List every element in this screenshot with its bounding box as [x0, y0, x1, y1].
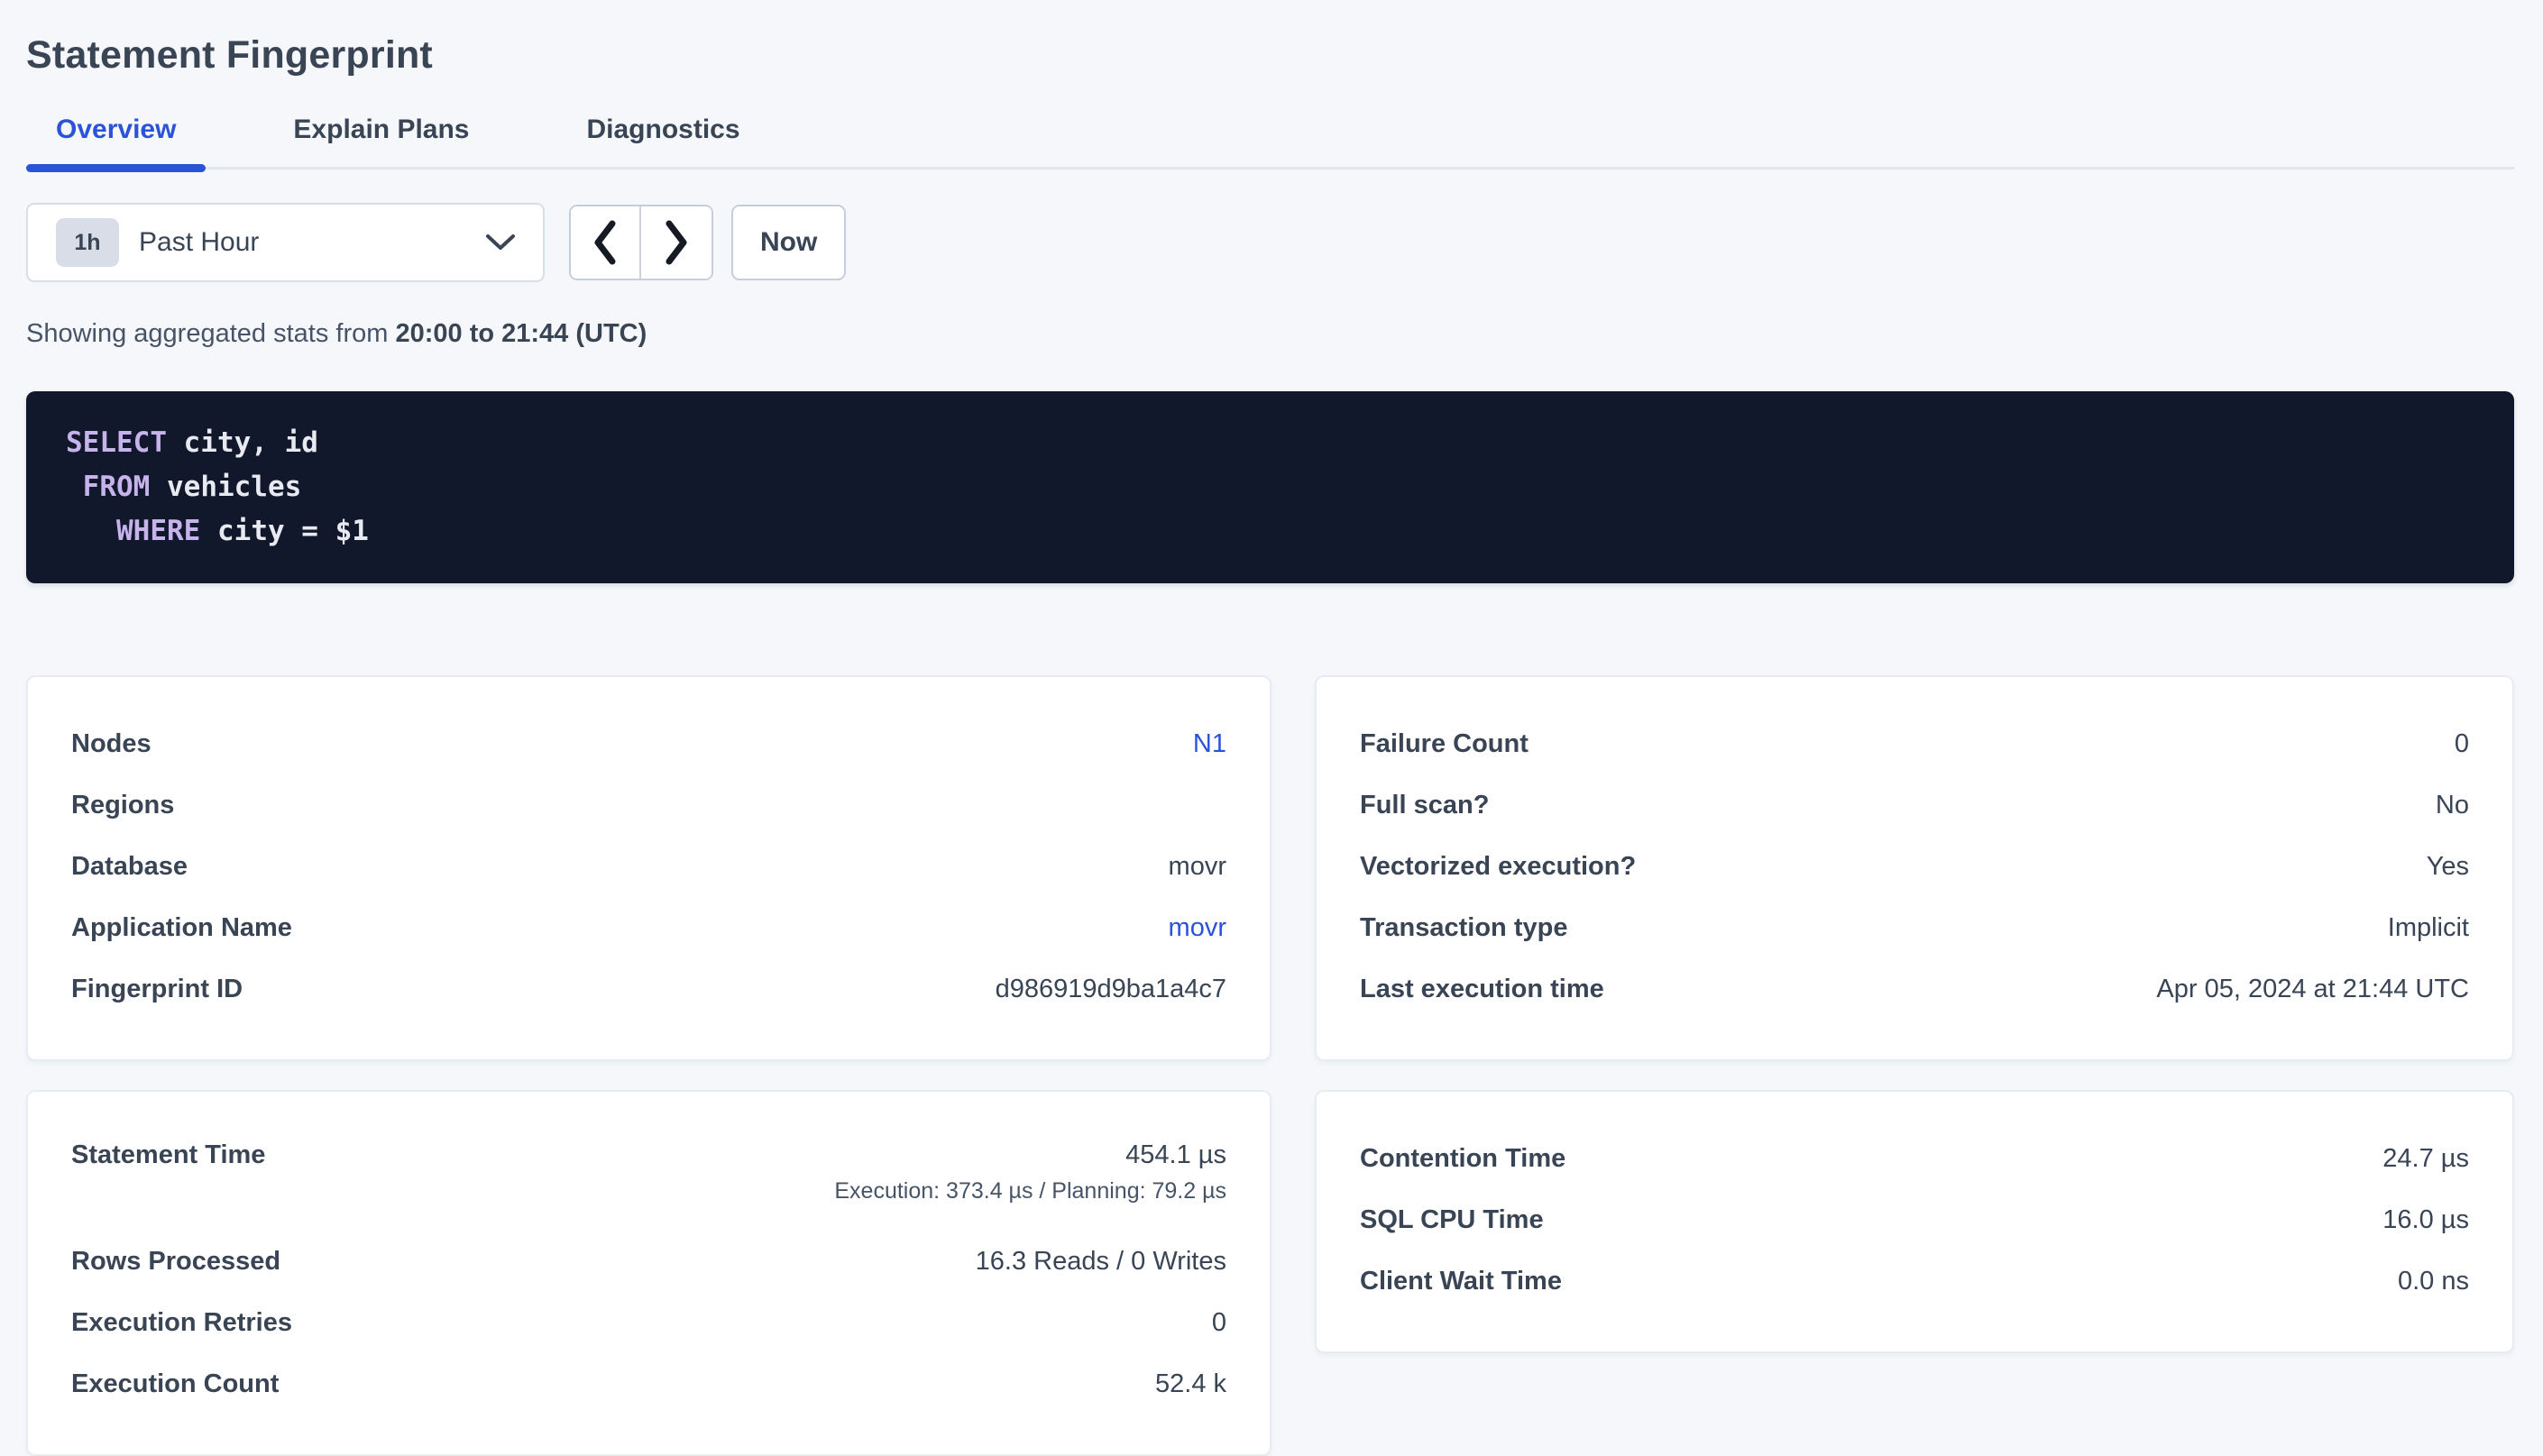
sql-text — [66, 515, 116, 547]
row-label: Nodes — [71, 729, 151, 759]
table-row: Execution Retries 0 — [71, 1292, 1226, 1353]
row-label: Last execution time — [1360, 975, 1604, 1004]
interval-badge: 1h — [56, 218, 119, 267]
chevron-right-icon — [663, 219, 690, 266]
tab-label: Overview — [56, 114, 176, 144]
table-row: Vectorized execution? Yes — [1360, 836, 2469, 897]
row-label: Client Wait Time — [1360, 1267, 1562, 1296]
row-value: movr — [1169, 852, 1226, 881]
row-label: Fingerprint ID — [71, 975, 243, 1004]
sql-line: FROM vehicles — [66, 465, 2474, 509]
row-subvalue: Execution: 373.4 µs / Planning: 79.2 µs — [834, 1178, 1226, 1204]
table-row: Contention Time 24.7 µs — [1360, 1128, 2469, 1189]
chevron-left-icon — [592, 219, 619, 266]
tab[interactable]: Overview — [26, 112, 206, 172]
chevron-down-icon — [485, 234, 516, 252]
sql-keyword: WHERE — [116, 515, 200, 547]
row-value: No — [2436, 791, 2469, 820]
sql-keyword: FROM — [83, 471, 151, 503]
table-row: Regions — [71, 774, 1226, 836]
table-row: Last execution time Apr 05, 2024 at 21:4… — [1360, 958, 2469, 1020]
stats-prefix: Showing aggregated stats from — [26, 319, 395, 348]
row-label: SQL CPU Time — [1360, 1205, 1544, 1235]
row-label: Transaction type — [1360, 913, 1567, 943]
interval-label: Past Hour — [139, 227, 485, 258]
table-row: Statement Time 454.1 µs Execution: 373.4… — [71, 1128, 1226, 1231]
row-value-link[interactable]: movr — [1169, 913, 1226, 942]
row-value: d986919d9ba1a4c7 — [996, 975, 1226, 1003]
table-row: Full scan? No — [1360, 774, 2469, 836]
row-label: Rows Processed — [71, 1247, 280, 1277]
table-row: Rows Processed 16.3 Reads / 0 Writes — [71, 1231, 1226, 1292]
statement-details-card: Nodes N1 Regions Database movr Applicati… — [26, 675, 1272, 1061]
table-row: Client Wait Time 0.0 ns — [1360, 1250, 2469, 1312]
statement-fingerprint-page: Statement Fingerprint Overview Explain P… — [0, 0, 2543, 1456]
sql-keyword: SELECT — [66, 426, 167, 459]
sql-text: city = $1 — [200, 515, 369, 547]
row-value: 16.0 µs — [2382, 1205, 2469, 1234]
row-label: Execution Retries — [71, 1308, 292, 1338]
row-label: Contention Time — [1360, 1144, 1565, 1174]
row-value: Apr 05, 2024 at 21:44 UTC — [2156, 975, 2469, 1003]
wait-time-card: Contention Time 24.7 µs SQL CPU Time 16.… — [1315, 1090, 2514, 1353]
time-interval-dropdown[interactable]: 1h Past Hour — [26, 203, 545, 282]
row-label: Regions — [71, 791, 174, 820]
page-title: Statement Fingerprint — [26, 31, 2514, 79]
table-row: Nodes N1 — [71, 713, 1226, 774]
tab[interactable]: Explain Plans — [263, 112, 499, 172]
sql-line: SELECT city, id — [66, 421, 2474, 465]
row-value: 16.3 Reads / 0 Writes — [976, 1247, 1226, 1276]
row-value: 0.0 ns — [2398, 1267, 2469, 1296]
table-row: Fingerprint ID d986919d9ba1a4c7 — [71, 958, 1226, 1020]
time-pager — [569, 205, 713, 280]
sql-text: city, id — [167, 426, 318, 459]
tab-bar: Overview Explain Plans Diagnostics — [26, 112, 2514, 172]
statement-timing-card: Statement Time 454.1 µs Execution: 373.4… — [26, 1090, 1272, 1456]
sql-text: vehicles — [150, 471, 301, 503]
time-picker-toolbar: 1h Past Hour Now — [26, 203, 2514, 282]
prev-interval-button[interactable] — [571, 206, 641, 279]
row-label: Database — [71, 852, 188, 882]
table-row: Failure Count 0 — [1360, 713, 2469, 774]
row-value-link[interactable]: N1 — [1193, 729, 1226, 758]
row-label: Application Name — [71, 913, 292, 943]
stats-range: 20:00 to 21:44 (UTC) — [395, 319, 647, 348]
table-row: Database movr — [71, 836, 1226, 897]
row-value: 454.1 µs — [1125, 1140, 1226, 1169]
aggregated-stats-summary: Showing aggregated stats from 20:00 to 2… — [26, 318, 2514, 349]
table-row: Transaction type Implicit — [1360, 897, 2469, 958]
sql-statement-box: SELECT city, id FROM vehicles WHERE city… — [26, 391, 2514, 583]
tab[interactable]: Diagnostics — [557, 112, 770, 172]
sql-text — [66, 471, 83, 503]
row-label: Execution Count — [71, 1369, 279, 1399]
now-button[interactable]: Now — [731, 205, 846, 280]
timing-cards-row: Statement Time 454.1 µs Execution: 373.4… — [26, 1090, 2514, 1456]
row-value: 0 — [2455, 729, 2469, 758]
table-row: SQL CPU Time 16.0 µs — [1360, 1189, 2469, 1250]
row-value: Yes — [2427, 852, 2469, 881]
sql-line: WHERE city = $1 — [66, 509, 2474, 554]
table-row: Application Name movr — [71, 897, 1226, 958]
row-label: Failure Count — [1360, 729, 1529, 759]
row-value: 24.7 µs — [2382, 1144, 2469, 1173]
row-value: 0 — [1212, 1308, 1226, 1337]
execution-attributes-card: Failure Count 0 Full scan? No Vectorized… — [1315, 675, 2514, 1061]
next-interval-button[interactable] — [641, 206, 711, 279]
row-label: Full scan? — [1360, 791, 1489, 820]
row-label: Vectorized execution? — [1360, 852, 1636, 882]
row-value: 52.4 k — [1155, 1369, 1226, 1398]
tab-label: Explain Plans — [293, 114, 469, 144]
details-cards-row: Nodes N1 Regions Database movr Applicati… — [26, 675, 2514, 1061]
tab-label: Diagnostics — [587, 114, 740, 144]
row-value: Implicit — [2388, 913, 2469, 942]
table-row: Execution Count 52.4 k — [71, 1353, 1226, 1415]
row-label: Statement Time — [71, 1140, 265, 1170]
